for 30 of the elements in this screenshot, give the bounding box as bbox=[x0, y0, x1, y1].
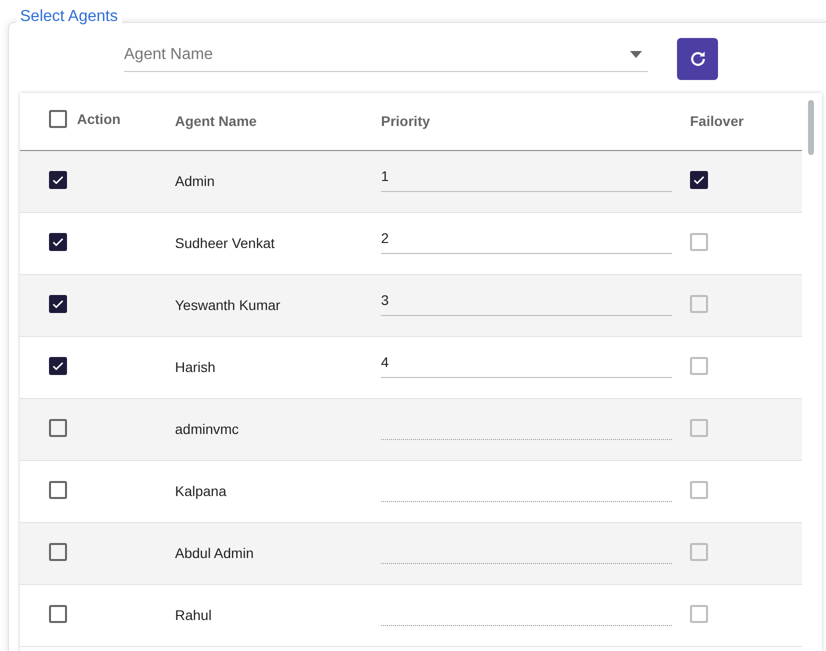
priority-field[interactable]: 1 bbox=[381, 166, 672, 192]
agent-name: Sudheer Venkat bbox=[175, 234, 276, 253]
row-checkbox[interactable] bbox=[49, 356, 67, 374]
agent-name: Kalpana bbox=[175, 482, 228, 501]
priority-field[interactable]: 4 bbox=[381, 352, 672, 378]
column-header: Agent Name bbox=[175, 112, 258, 131]
column-header: Action bbox=[77, 110, 121, 128]
priority-field[interactable]: 3 bbox=[381, 290, 672, 316]
agent-name: Rahul bbox=[175, 606, 213, 625]
agent-name: Admin bbox=[175, 172, 216, 191]
failover-checkbox[interactable] bbox=[690, 170, 708, 188]
column-header: Failover bbox=[690, 112, 744, 131]
agent-name: adminvmc bbox=[175, 420, 240, 439]
column-header: Priority bbox=[381, 112, 432, 131]
select-all-checkbox[interactable] bbox=[49, 110, 67, 128]
agent-name: Harish bbox=[175, 358, 216, 377]
row-checkbox[interactable] bbox=[49, 232, 67, 250]
scrollbar-thumb[interactable] bbox=[808, 100, 814, 155]
agent-name: Abdul Admin bbox=[175, 544, 255, 563]
priority-field[interactable]: 2 bbox=[381, 228, 672, 254]
row-checkbox[interactable] bbox=[49, 480, 67, 498]
agent-name: Yeswanth Kumar bbox=[175, 296, 282, 315]
row-checkbox[interactable] bbox=[49, 542, 67, 560]
row-checkbox[interactable] bbox=[49, 418, 67, 436]
refresh-button[interactable] bbox=[677, 38, 718, 80]
row-checkbox[interactable] bbox=[49, 294, 67, 312]
row-checkbox[interactable] bbox=[49, 604, 67, 622]
dropdown-caret-icon bbox=[630, 51, 642, 58]
row-checkbox[interactable] bbox=[49, 170, 67, 188]
agent-select-field[interactable]: Agent Name bbox=[124, 38, 648, 72]
